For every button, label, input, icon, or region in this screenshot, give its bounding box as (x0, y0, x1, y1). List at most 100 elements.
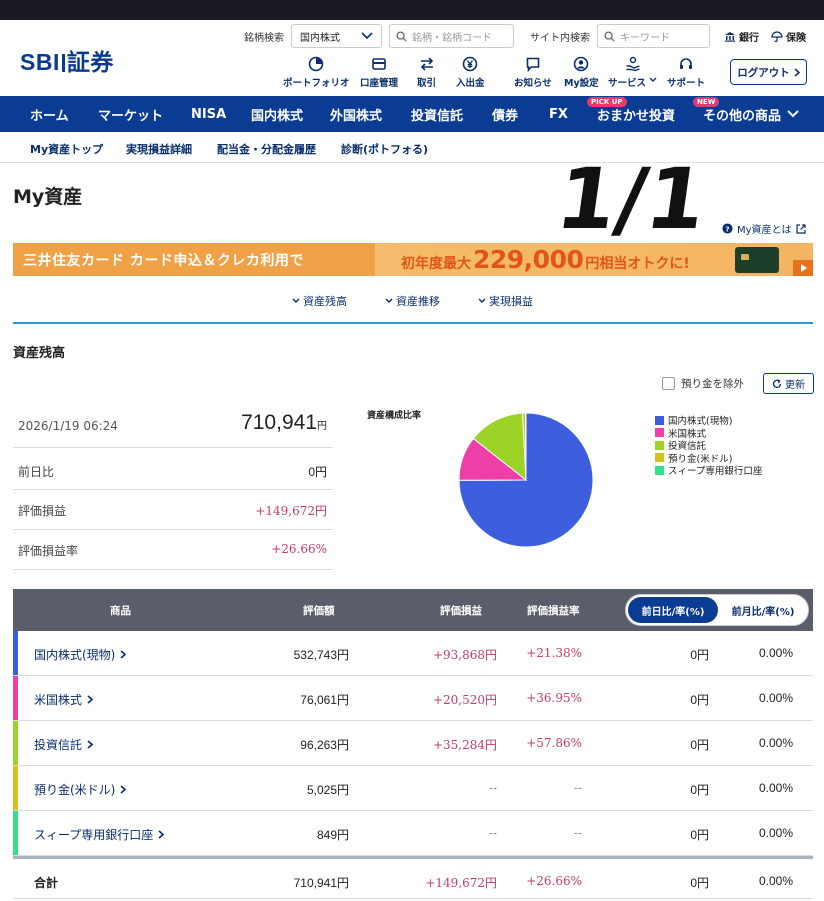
total-label: 合計 (34, 876, 59, 890)
sub-nav-my-assets-top[interactable]: My資産トップ (30, 141, 103, 157)
nav-portfolio-label: ポートフォリオ (283, 78, 350, 89)
stock-search-placeholder: 銘柄・銘柄コード (412, 32, 492, 44)
exchange-arrows-icon (420, 57, 433, 71)
main-nav-home[interactable]: ホーム (30, 96, 69, 132)
pl-rate-value: +26.66% (271, 542, 327, 556)
bank-link[interactable]: 銀行 (724, 29, 759, 44)
nav-support[interactable]: サポート (667, 56, 705, 89)
exclude-deposit-label: 預り金を除外 (681, 378, 744, 390)
main-nav-other-products-label: その他の商品 (703, 108, 782, 124)
banner-post-text: 円相当オトクに! (585, 256, 690, 272)
pie-slice-4 (524, 412, 527, 481)
chevron-down-icon (478, 298, 486, 303)
refresh-button[interactable]: 更新 (763, 373, 814, 394)
balance-total: 710,941円 (241, 411, 327, 435)
row-color-bar (13, 631, 18, 675)
row-day-rate: 0.00% (758, 781, 793, 795)
main-nav-market[interactable]: マーケット (98, 96, 163, 132)
row-product-link[interactable]: 投資信託 (34, 736, 94, 753)
nav-trade[interactable]: 取引 (417, 56, 436, 89)
table-total-row: 合計 710,941円 +149,672円 +26.66% 0円 0.00% (13, 856, 813, 899)
credit-card-image (735, 247, 779, 273)
site-search-label: サイト内検索 (530, 33, 590, 44)
site-search-placeholder: キーワード (620, 32, 670, 44)
logout-button[interactable]: ログアウト (730, 59, 807, 85)
promo-banner[interactable]: 三井住友カード カード申込＆クレカ利用で 初年度最大 229,000 円相当オト… (13, 243, 813, 276)
logout-label: ログアウト (737, 66, 790, 79)
chevron-down-icon (787, 110, 799, 118)
row-day-change: 0円 (690, 648, 709, 662)
anchor-trend[interactable]: 資産推移 (385, 293, 440, 309)
row-color-bar (13, 676, 18, 720)
toggle-month-change[interactable]: 前月比/率(%) (718, 597, 808, 623)
chevron-right-icon (794, 67, 800, 77)
main-nav-domestic-stocks[interactable]: 国内株式 (251, 96, 303, 132)
total-valuation: 710,941円 (293, 876, 349, 890)
nav-support-label: サポート (667, 78, 706, 89)
stock-search-label: 銘柄検索 (244, 33, 284, 44)
insurance-link[interactable]: 保険 (771, 29, 806, 44)
main-nav-other-products[interactable]: その他の商品 (703, 96, 799, 132)
handwritten-date-text: 1/19 (560, 150, 700, 240)
row-pl: -- (488, 781, 497, 795)
about-my-assets-link[interactable]: ? My資産とは (722, 221, 806, 236)
checkbox-box[interactable] (662, 377, 675, 390)
pl-rate-label: 評価損益率 (18, 544, 79, 558)
sbi-logo[interactable]: SBI 証券 (20, 43, 114, 77)
anchor-balance-label: 資産残高 (303, 295, 347, 308)
search-icon (604, 30, 615, 42)
main-nav-bonds[interactable]: 債券 (492, 96, 518, 132)
row-pl-rate: -- (573, 781, 582, 795)
row-color-bar (13, 721, 18, 765)
chevron-down-icon (385, 298, 393, 303)
nav-account-label: 口座管理 (360, 78, 399, 89)
main-nav-robo-advisor[interactable]: おまかせ投資 (597, 96, 675, 132)
main-nav-nisa[interactable]: NISA (191, 96, 226, 132)
main-nav-fx[interactable]: FX (549, 96, 568, 132)
main-nav-mutual-funds[interactable]: 投資信託 (411, 96, 463, 132)
row-pl-rate: +21.38% (526, 646, 582, 660)
about-my-assets-label: My資産とは (737, 225, 792, 236)
row-day-rate: 0.00% (758, 826, 793, 840)
site-search-input[interactable]: キーワード (597, 24, 710, 48)
total-pl: +149,672円 (425, 876, 497, 890)
banner-amount: 229,000 (473, 245, 584, 274)
row-product-name: 国内株式(現物) (34, 648, 116, 662)
row-day-change: 0円 (690, 693, 709, 707)
row-pl: -- (488, 826, 497, 840)
anchor-realized[interactable]: 実現損益 (478, 293, 533, 309)
table-header: 商品 評価額 評価損益 評価損益率 前日比/率(%) 前月比/率(%) (13, 589, 813, 631)
insurance-link-label: 保険 (786, 33, 806, 44)
row-pl-rate: +57.86% (526, 736, 582, 750)
row-product-link[interactable]: スィープ専用銀行口座 (34, 826, 165, 843)
table-row: 米国株式 76,061円 +20,520円 +36.95% 0円 0.00% (13, 676, 813, 721)
banner-left-text: 三井住友カード カード申込＆クレカ利用で (13, 243, 375, 276)
toggle-day-change[interactable]: 前日比/率(%) (628, 597, 718, 623)
anchor-balance[interactable]: 資産残高 (292, 293, 347, 309)
row-product-link[interactable]: 預り金(米ドル) (34, 781, 127, 798)
balance-total-value: 710,941 (241, 411, 317, 434)
svg-text:?: ? (725, 224, 729, 233)
page-title: My資産 (13, 186, 83, 208)
stock-search-input[interactable]: 銘柄・銘柄コード (389, 24, 514, 48)
nav-account[interactable]: 口座管理 (360, 56, 398, 89)
nav-notice[interactable]: お知らせ (514, 56, 552, 89)
row-day-change: 0円 (690, 738, 709, 752)
message-icon (526, 57, 540, 72)
exclude-deposit-checkbox[interactable]: 預り金を除外 (662, 376, 744, 391)
card-chip (741, 254, 749, 260)
nav-portfolio[interactable]: ポートフォリオ (283, 56, 350, 89)
nav-deposit[interactable]: 入出金 (456, 56, 485, 89)
sub-nav-dividend-history[interactable]: 配当金・分配金履歴 (217, 141, 316, 157)
stock-search-select[interactable]: 国内株式 (291, 24, 382, 48)
main-nav-foreign-stocks[interactable]: 外国株式 (330, 96, 382, 132)
row-product-link[interactable]: 米国株式 (34, 691, 94, 708)
nav-my-settings[interactable]: My設定 (564, 56, 599, 89)
balance-total-unit: 円 (317, 421, 327, 432)
nav-service[interactable]: サービス (608, 56, 657, 89)
sub-nav-diagnosis[interactable]: 診断(ポトフォる) (341, 141, 428, 157)
row-product-link[interactable]: 国内株式(現物) (34, 646, 127, 663)
row-valuation: 849円 (316, 828, 349, 842)
sub-nav-realized-pl[interactable]: 実現損益詳細 (126, 141, 192, 157)
row-day-change: 0円 (690, 783, 709, 797)
